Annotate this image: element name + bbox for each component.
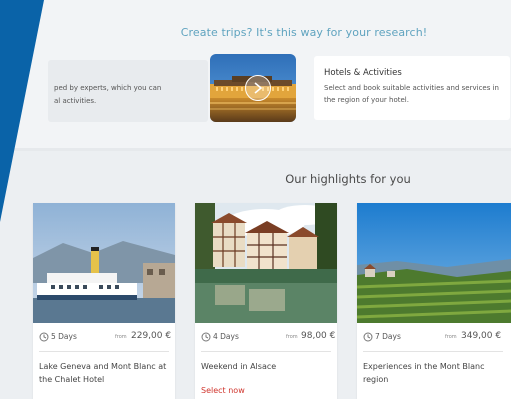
diagonal-stripe-shape [0, 0, 44, 222]
page: Create trips? It's this way for your res… [0, 0, 511, 399]
